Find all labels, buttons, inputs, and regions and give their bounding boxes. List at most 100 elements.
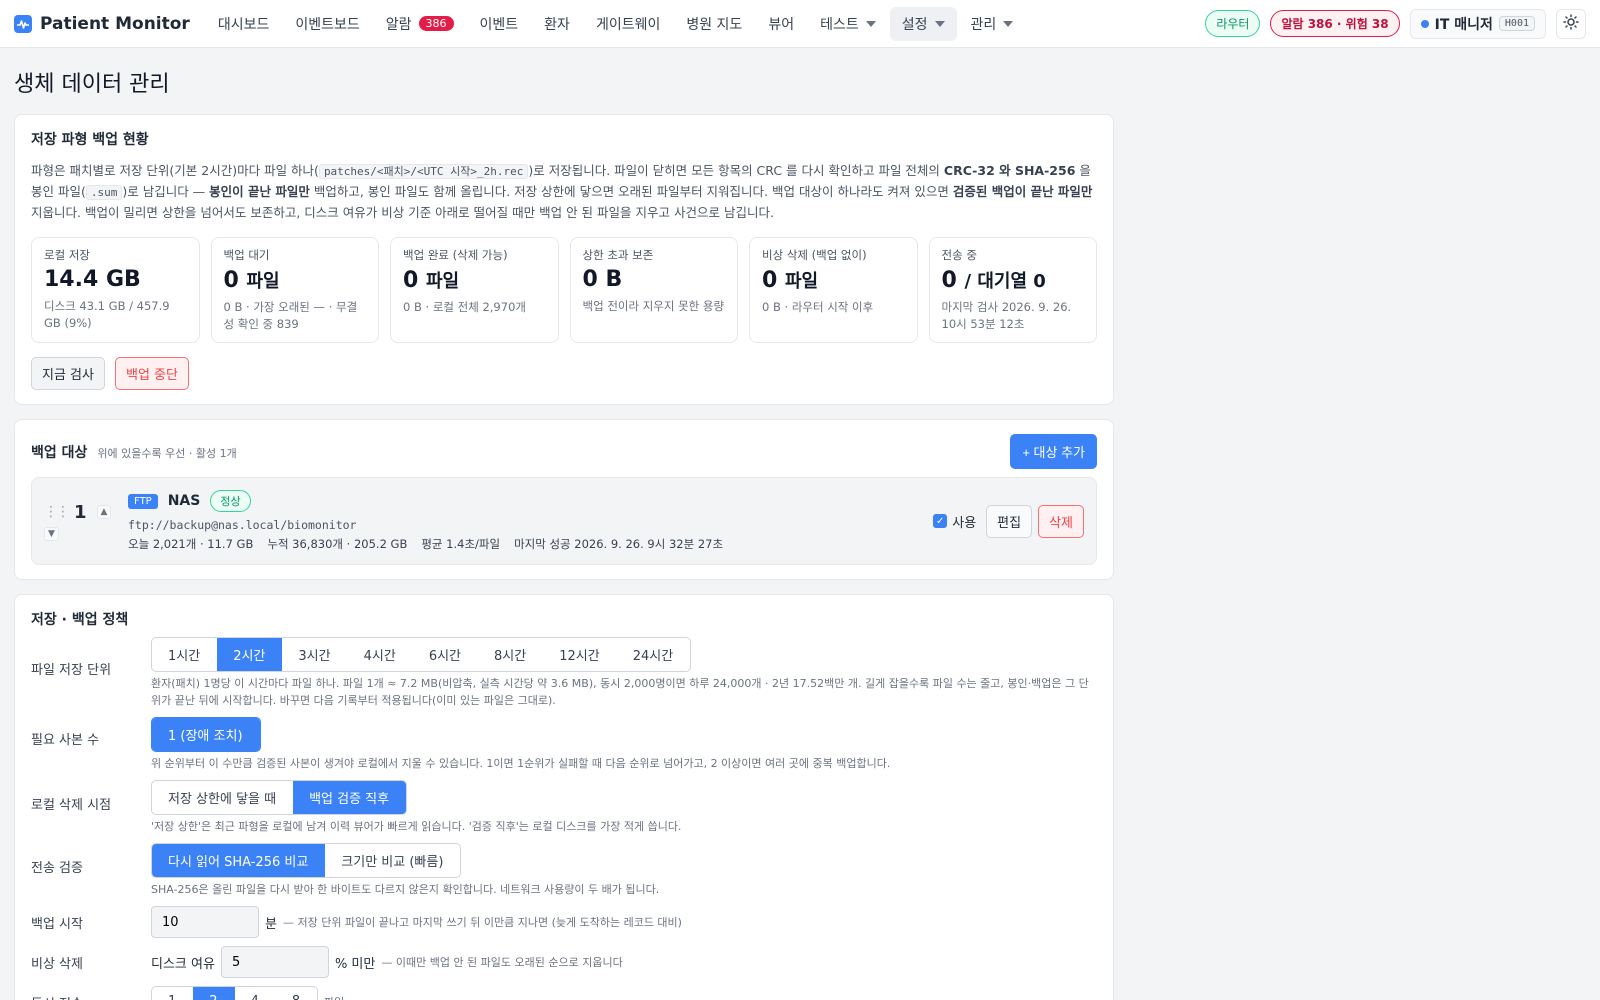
backup-status-card: 저장 파형 백업 현황 파형은 패치별로 저장 단위(기본 2시간)마다 파일 … [14,114,1114,405]
main-content: 생체 데이터 관리 저장 파형 백업 현황 파형은 패치별로 저장 단위(기본 … [0,48,1128,1000]
header-status: 라우터 알람 386 · 위험 38 IT 매니저 H001 [1205,8,1586,39]
policy-label: 전송 검증 [31,861,83,876]
policy-delete-timing-row: 로컬 삭제 시점 저장 상한에 닿을 때 백업 검증 직후 '저장 상한'은 최… [31,780,1097,835]
nav-patients[interactable]: 환자 [532,7,582,41]
stat-number: 14.4 GB [44,267,141,292]
nav-events[interactable]: 이벤트 [468,7,531,41]
unit-option-8h[interactable]: 8시간 [478,638,543,671]
targets-header: 백업 대상 위에 있을수록 우선 · 활성 1개 + 대상 추가 [31,434,1097,469]
nav-settings-dropdown[interactable]: 설정 [889,6,957,41]
stat-number: 0 [941,268,957,293]
user-name: IT 매니저 [1434,16,1493,33]
stat-value: 0 파일 [403,267,546,293]
unit-option-2h[interactable]: 2시간 [217,638,283,671]
unit-option-6h[interactable]: 6시간 [413,638,478,671]
emergency-hint: — 이때만 백업 안 된 파일도 오래된 순으로 지웁니다 [381,956,623,969]
emergency-threshold-input[interactable] [220,946,329,978]
chevron-down-icon [1003,20,1014,27]
emergency-unit: % 미만 [334,956,376,972]
delete-timing-after-verify[interactable]: 백업 검증 직후 [293,781,407,814]
policy-title: 저장 · 백업 정책 [31,612,129,628]
priority-top: ⋮⋮ 1 ▲ [44,501,112,523]
nav-test-dropdown[interactable]: 테스트 [808,7,888,41]
sun-icon [1563,13,1579,34]
policy-verify-row: 전송 검증 다시 읽어 SHA-256 비교 크기만 비교 (빠름) SHA-2… [31,843,1097,898]
desc-text: )로 저장됩니다. 파일이 닫히면 모든 항목의 CRC 를 다시 확인하고 파… [528,163,944,178]
policy-concurrency-row: 동시 전송 1 2 4 8 파일 [31,986,1097,1000]
status-actions: 지금 검사 백업 중단 [31,357,1097,390]
stat-label: 로컬 저장 [44,248,90,262]
copies-option-1[interactable]: 1 (장애 조치) [152,718,260,751]
nav-label: 알람 [385,16,412,33]
concurrency-option-4[interactable]: 4 [235,987,276,1000]
nav-eventboard[interactable]: 이벤트보드 [283,7,371,41]
move-down-button[interactable]: ▼ [44,526,59,541]
nav-label: 병원 지도 [686,16,743,33]
theme-toggle-button[interactable] [1556,8,1586,39]
policy-emergency-row: 비상 삭제 디스크 여유 % 미만 — 이때만 백업 안 된 파일도 오래된 순… [31,946,1097,978]
nav-gateway[interactable]: 게이트웨이 [584,7,672,41]
check-now-button[interactable]: 지금 검사 [31,357,105,390]
nav-hospital-map[interactable]: 병원 지도 [674,7,754,41]
nav-dashboard[interactable]: 대시보드 [206,7,282,41]
verify-sha256-option[interactable]: 다시 읽어 SHA-256 비교 [152,844,326,877]
verify-segmented: 다시 읽어 SHA-256 비교 크기만 비교 (빠름) [151,843,462,878]
unit-option-1h[interactable]: 1시간 [152,638,217,671]
nav-label: 게이트웨이 [595,16,661,33]
concurrency-option-8[interactable]: 8 [276,987,317,1000]
stat-number: 0 [762,268,778,293]
edit-target-button[interactable]: 편집 [986,504,1033,538]
router-status-badge[interactable]: 라우터 [1205,10,1261,37]
alarm-summary-badge[interactable]: 알람 386 · 위험 38 [1270,10,1400,37]
desc-bold: 검증된 백업이 끝난 파일만 [952,184,1093,199]
stat-label: 백업 대기 [223,248,270,262]
desc-text: )로 남깁니다 — [122,184,210,199]
app-brand[interactable]: Patient Monitor [14,14,190,34]
policy-label: 비상 삭제 [31,957,83,972]
backup-start-input[interactable] [151,906,259,938]
concurrency-option-2[interactable]: 2 [193,987,235,1000]
nav-viewer[interactable]: 뷰어 [756,7,806,41]
delete-timing-on-limit[interactable]: 저장 상한에 닿을 때 [152,781,293,814]
drag-handle-icon[interactable]: ⋮⋮ [44,504,70,520]
enable-checkbox[interactable]: ✓ 사용 [933,512,976,531]
policy-body: 다시 읽어 SHA-256 비교 크기만 비교 (빠름) SHA-256은 올린… [151,843,1097,898]
unit-option-3h[interactable]: 3시간 [282,638,347,671]
stat-last-success: 마지막 성공 2026. 9. 26. 9시 32분 27초 [514,537,724,551]
nav-label: 이벤트보드 [295,16,360,33]
desc-bold: CRC-32 와 SHA-256 [943,163,1076,178]
stat-total: 누적 36,830개 · 205.2 GB [267,537,408,551]
emergency-prefix: 디스크 여유 [151,956,215,972]
nav-admin-dropdown[interactable]: 관리 [959,7,1026,41]
stat-value: 0 파일 [762,267,905,293]
target-row: ⋮⋮ 1 ▲ ▼ FTP NAS 정상 ftp://backup@nas.loc… [31,477,1097,565]
move-up-button[interactable]: ▲ [96,505,112,519]
unit-option-24h[interactable]: 24시간 [617,638,690,671]
check-icon: ✓ [933,514,948,528]
verify-size-option[interactable]: 크기만 비교 (빠름) [325,844,460,877]
target-actions: ✓ 사용 편집 삭제 [933,504,1084,538]
stat-number: 0 B [582,267,623,292]
unit-option-4h[interactable]: 4시간 [348,638,413,671]
stat-note: 0 B · 가장 오래된 — · 무결성 확인 중 839 [223,300,358,331]
policy-body: 1시간 2시간 3시간 4시간 6시간 8시간 12시간 24시간 환자(패치)… [151,637,1097,709]
stat-note: 0 B · 로컬 전체 2,970개 [403,300,526,314]
chevron-down-icon [865,20,876,27]
nav-alarms[interactable]: 알람 386 [374,7,466,41]
user-menu[interactable]: IT 매니저 H001 [1409,8,1546,39]
delete-timing-segmented: 저장 상한에 닿을 때 백업 검증 직후 [151,780,408,815]
desc-bold: 봉인이 끝난 파일만 [209,184,310,199]
unit-option-12h[interactable]: 12시간 [543,638,616,671]
targets-subtitle: 위에 있을수록 우선 · 활성 1개 [97,446,237,460]
stat-today: 오늘 2,021개 · 11.7 GB [128,537,254,551]
target-url: ftp://backup@nas.local/biomonitor [128,518,357,532]
policy-copies-row: 필요 사본 수 1 (장애 조치) 위 순위부터 이 수만큼 검증된 사본이 생… [31,717,1097,772]
nav-label: 뷰어 [768,16,795,33]
top-navbar: Patient Monitor 대시보드 이벤트보드 알람 386 이벤트 환자 … [0,0,1600,48]
concurrency-option-1[interactable]: 1 [152,987,193,1000]
add-target-button[interactable]: + 대상 추가 [1010,434,1097,469]
stop-backup-button[interactable]: 백업 중단 [114,357,189,390]
delete-target-button[interactable]: 삭제 [1038,504,1084,538]
priority-number: 1 [74,501,87,523]
target-info: FTP NAS 정상 ftp://backup@nas.local/biomon… [128,490,933,552]
